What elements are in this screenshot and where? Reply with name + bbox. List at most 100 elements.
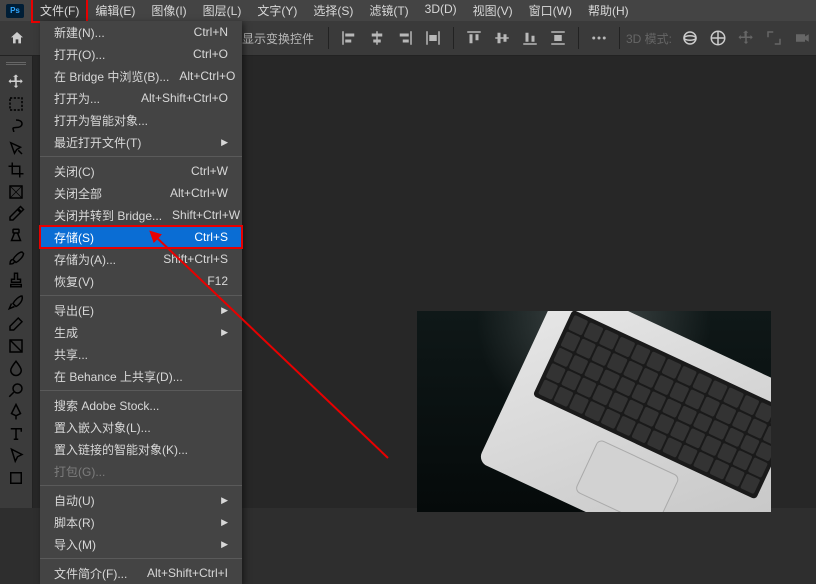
type-tool[interactable] [2,423,30,445]
history-brush-tool[interactable] [2,291,30,313]
menu-item-label: 导入(M) [54,536,211,553]
orbit-icon [681,29,699,47]
menu-item-label: 打开为智能对象... [54,112,228,129]
menu-选择s[interactable]: 选择(S) [305,0,361,22]
menu-item-label: 存储(S) [54,229,184,246]
menu-item[interactable]: 新建(N)...Ctrl+N [40,21,242,43]
menu-3dd[interactable]: 3D(D) [417,0,465,22]
menu-item-label: 存储为(A)... [54,251,153,268]
submenu-arrow-icon: ▶ [211,539,228,550]
menu-编辑e[interactable]: 编辑(E) [87,0,143,22]
menu-文字y[interactable]: 文字(Y) [249,0,305,22]
menu-item-label: 打开为... [54,90,131,107]
align-right-icon[interactable] [396,29,414,47]
menu-item-shortcut: Alt+Shift+Ctrl+I [137,566,228,580]
menu-item[interactable]: 搜索 Adobe Stock... [40,394,242,416]
menu-item[interactable]: 共享... [40,343,242,365]
menu-item[interactable]: 导出(E)▶ [40,299,242,321]
align-stretch-icon[interactable] [424,29,442,47]
menu-item[interactable]: 存储(S)Ctrl+S [40,226,242,248]
menu-item-shortcut: Alt+Ctrl+W [160,186,228,200]
move-3d-icon [737,29,755,47]
separator [453,27,454,49]
pen-tool[interactable] [2,401,30,423]
separator [578,27,579,49]
menu-item[interactable]: 恢复(V)F12 [40,270,242,292]
menu-item-label: 搜索 Adobe Stock... [54,397,228,414]
crop-tool[interactable] [2,159,30,181]
menu-item[interactable]: 置入嵌入对象(L)... [40,416,242,438]
menu-图层l[interactable]: 图层(L) [195,0,250,22]
menu-item[interactable]: 存储为(A)...Shift+Ctrl+S [40,248,242,270]
menu-item[interactable]: 置入链接的智能对象(K)... [40,438,242,460]
align-bottom-icon[interactable] [521,29,539,47]
panel-grip[interactable] [6,62,26,65]
menu-item-shortcut: Ctrl+N [184,25,228,39]
distribute-icon[interactable] [549,29,567,47]
menu-item-label: 关闭并转到 Bridge... [54,207,162,224]
tools-panel [0,56,33,508]
frame-tool[interactable] [2,181,30,203]
3d-mode-label: 3D 模式: [626,30,672,47]
menu-item-label: 置入嵌入对象(L)... [54,419,228,436]
menu-窗口w[interactable]: 窗口(W) [521,0,580,22]
menu-item[interactable]: 文件简介(F)...Alt+Shift+Ctrl+I [40,562,242,584]
menu-item[interactable]: 生成▶ [40,321,242,343]
more-icon[interactable] [590,29,608,47]
menu-item-shortcut: Ctrl+W [181,164,228,178]
menu-item: 打包(G)... [40,460,242,482]
brush-tool[interactable] [2,247,30,269]
menu-item[interactable]: 打开为...Alt+Shift+Ctrl+O [40,87,242,109]
submenu-arrow-icon: ▶ [211,517,228,528]
separator [328,27,329,49]
menu-item-label: 脚本(R) [54,514,211,531]
align-top-icon[interactable] [465,29,483,47]
menu-item-shortcut: Shift+Ctrl+S [153,252,228,266]
menu-item[interactable]: 脚本(R)▶ [40,511,242,533]
menu-item[interactable]: 打开(O)...Ctrl+O [40,43,242,65]
align-left-icon[interactable] [340,29,358,47]
menu-滤镜t[interactable]: 滤镜(T) [361,0,416,22]
camera-3d-icon [793,29,811,47]
menu-item[interactable]: 关闭(C)Ctrl+W [40,160,242,182]
menu-图像i[interactable]: 图像(I) [143,0,194,22]
document-canvas[interactable] [417,311,771,512]
menu-item[interactable]: 导入(M)▶ [40,533,242,555]
menu-item[interactable]: 在 Behance 上共享(D)... [40,365,242,387]
menu-文件f[interactable]: 文件(F) [32,0,87,22]
menu-item-label: 生成 [54,324,211,341]
menu-item-label: 在 Behance 上共享(D)... [54,368,228,385]
scale-3d-icon [765,29,783,47]
eyedropper-tool[interactable] [2,203,30,225]
menu-item[interactable]: 关闭全部Alt+Ctrl+W [40,182,242,204]
menu-item-label: 打开(O)... [54,46,183,63]
path-select-tool[interactable] [2,445,30,467]
menu-item[interactable]: 在 Bridge 中浏览(B)...Alt+Ctrl+O [40,65,242,87]
healing-tool[interactable] [2,225,30,247]
menu-视图v[interactable]: 视图(V) [465,0,521,22]
menu-帮助h[interactable]: 帮助(H) [580,0,637,22]
home-icon[interactable] [8,30,26,46]
menu-item-label: 共享... [54,346,228,363]
pan-3d-icon [709,29,727,47]
menu-item-label: 导出(E) [54,302,211,319]
dodge-tool[interactable] [2,379,30,401]
submenu-arrow-icon: ▶ [211,327,228,338]
shape-tool[interactable] [2,467,30,489]
menu-item[interactable]: 最近打开文件(T)▶ [40,131,242,153]
menu-item[interactable]: 关闭并转到 Bridge...Shift+Ctrl+W [40,204,242,226]
file-menu-dropdown: 新建(N)...Ctrl+N打开(O)...Ctrl+O在 Bridge 中浏览… [40,21,242,584]
menu-separator [40,156,242,157]
quick-select-tool[interactable] [2,137,30,159]
menu-item-label: 新建(N)... [54,24,184,41]
stamp-tool[interactable] [2,269,30,291]
lasso-tool[interactable] [2,115,30,137]
move-tool[interactable] [2,71,30,93]
marquee-tool[interactable] [2,93,30,115]
align-middle-icon[interactable] [493,29,511,47]
eraser-tool[interactable] [2,313,30,335]
menu-item[interactable]: 打开为智能对象... [40,109,242,131]
gradient-tool[interactable] [2,335,30,357]
blur-tool[interactable] [2,357,30,379]
align-center-h-icon[interactable] [368,29,386,47]
